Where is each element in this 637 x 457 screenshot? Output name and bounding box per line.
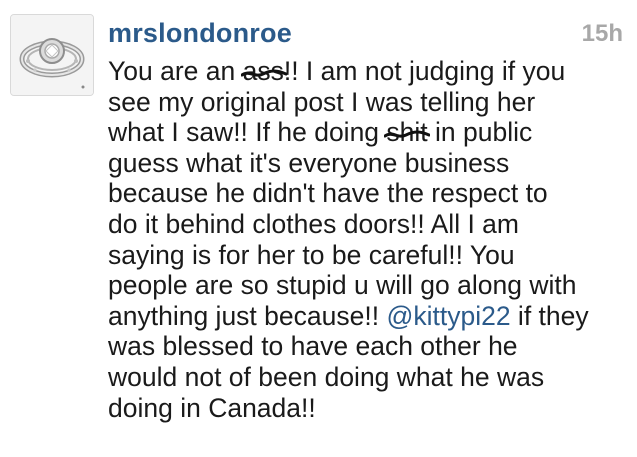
comment-line: saying is for her to be careful!! You <box>108 239 515 270</box>
text-segment: what I saw!! If he doing <box>108 117 387 148</box>
comment-line: see my original post I was telling her <box>108 86 536 117</box>
text-segment: anything just because!! <box>108 300 387 331</box>
text-segment: You are an <box>108 56 243 86</box>
ring-icon <box>11 15 93 95</box>
text-segment: if they <box>510 300 589 331</box>
comment-line: You are an ass!! I am not judging if you <box>108 56 630 87</box>
comment-line: doing in Canada!! <box>108 392 316 423</box>
scribbled-word: ass <box>240 56 287 87</box>
timestamp: 15h <box>581 20 623 47</box>
comment-text: You are an ass!! I am not judging if you… <box>108 56 630 423</box>
text-segment: in public <box>427 117 533 148</box>
comment-line: because he didn't have the respect to <box>108 178 548 209</box>
comment-line: do it behind clothes doors!! All I am <box>108 208 519 239</box>
comment-line: people are so stupid u will go along wit… <box>108 270 577 301</box>
comment-line: would not of been doing what he was <box>108 361 545 392</box>
text-segment: ass <box>242 56 284 86</box>
comment-line: what I saw!! If he doing shit in public <box>108 117 630 148</box>
comment-line: guess what it's everyone business <box>108 147 510 178</box>
comment: mrslondonroe 15h You are an ass!! I am n… <box>0 0 637 457</box>
username-link[interactable]: mrslondonroe <box>108 18 292 49</box>
scribbled-word: shit <box>384 117 431 148</box>
comment-line: was blessed to have each other he <box>108 331 518 362</box>
mention-link[interactable]: @kittypi22 <box>386 301 510 331</box>
text-segment: !! I am not judging if you <box>283 56 566 86</box>
avatar[interactable] <box>10 14 94 96</box>
text-segment: shit <box>386 117 428 148</box>
comment-line: anything just because!! @kittypi22 if th… <box>108 301 630 332</box>
